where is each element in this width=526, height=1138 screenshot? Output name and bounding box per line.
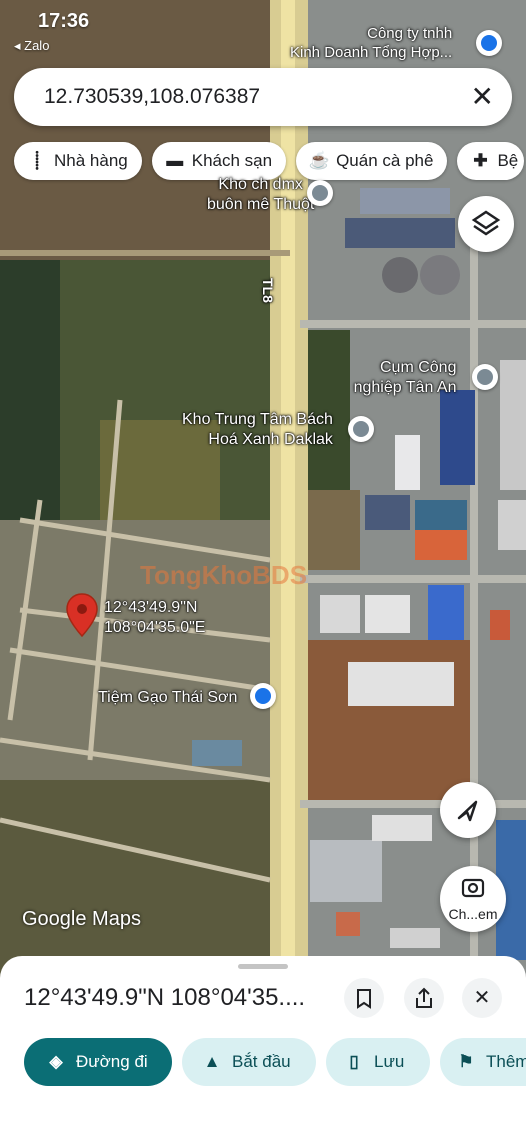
- close-icon: ✕: [473, 987, 491, 1009]
- close-button[interactable]: ✕: [462, 978, 502, 1018]
- place-marker-icon[interactable]: [348, 416, 374, 442]
- more-label: Thêm: [486, 1052, 526, 1071]
- camera-search-icon: [461, 878, 485, 898]
- share-icon: [416, 987, 432, 1008]
- status-time: 17:36: [38, 10, 90, 32]
- back-app-label: Zalo: [24, 38, 50, 53]
- bookmark-icon: [357, 989, 371, 1009]
- hospital-icon: ✚: [473, 151, 488, 170]
- save-action-button[interactable]: ▯ Lưu: [326, 1038, 430, 1086]
- poi-label-kho-line1: Kho Trung Tâm Bách: [182, 411, 333, 428]
- google-maps-attribution: Google Maps: [22, 908, 141, 930]
- visual-search-label: Ch...em: [448, 906, 498, 922]
- poi-label-dmx[interactable]: Kho ch dmx buôn mê Thuột: [207, 175, 314, 215]
- poi-label-cum-cong-nghiep[interactable]: Cụm Công nghiệp Tân An: [352, 358, 457, 398]
- my-location-button[interactable]: [440, 782, 496, 838]
- search-bar[interactable]: 12.730539,108.076387 ✕: [14, 68, 512, 126]
- place-title: 12°43'49.9"N 108°04'35....: [24, 984, 306, 1011]
- save-button[interactable]: [344, 978, 384, 1018]
- layers-button[interactable]: [458, 196, 514, 252]
- chip-hotels-label: Khách sạn: [191, 151, 273, 170]
- satellite-map[interactable]: 17:36 ◂ Zalo Công ty tnhh Kinh Doanh Tổn…: [0, 0, 526, 980]
- pin-coordinates-label: 12°43'49.9"N 108°04'35.0"E: [104, 598, 205, 638]
- poi-label-kho-line2: Hoá Xanh Daklak: [208, 431, 333, 448]
- close-icon[interactable]: ✕: [471, 80, 494, 113]
- search-query[interactable]: 12.730539,108.076387: [44, 85, 260, 109]
- pin-coords-line1: 12°43'49.9"N: [104, 599, 198, 616]
- shopping-bag-icon[interactable]: [476, 30, 502, 56]
- poi-label-top[interactable]: Công ty tnhh Kinh Doanh Tổng Hợp...: [290, 24, 452, 62]
- poi-label-dmx-line2: buôn mê Thuột: [207, 196, 315, 213]
- bookmark-icon: ▯: [349, 1052, 359, 1071]
- chip-coffee[interactable]: ☕ Quán cà phê: [296, 142, 448, 180]
- navigation-arrow-icon: [457, 800, 478, 822]
- share-button[interactable]: [404, 978, 444, 1018]
- chip-restaurants-label: Nhà hàng: [54, 151, 128, 170]
- place-bottom-sheet[interactable]: 12°43'49.9"N 108°04'35.... ✕ ◈ Đường đi ▲…: [0, 956, 526, 1138]
- place-marker-icon[interactable]: [307, 180, 333, 206]
- more-button[interactable]: ⚑ Thêm: [440, 1038, 526, 1086]
- back-to-app[interactable]: ◂ Zalo: [14, 38, 49, 54]
- layers-icon: [471, 210, 501, 236]
- flag-icon: ⚑: [458, 1052, 474, 1071]
- navigation-arrow-icon: ▲: [203, 1052, 221, 1071]
- bed-icon: ▬: [166, 151, 184, 170]
- pin-coords-line2: 108°04'35.0"E: [104, 619, 206, 636]
- save-label: Lưu: [374, 1052, 405, 1071]
- poi-label-cum-line1: Cụm Công: [380, 359, 457, 376]
- chip-coffee-label: Quán cà phê: [336, 151, 434, 170]
- watermark: TongKhoBDS: [140, 560, 308, 590]
- chip-restaurants[interactable]: ⸽ Nhà hàng: [14, 142, 142, 180]
- directions-label: Đường đi: [76, 1052, 148, 1071]
- poi-label-bach-hoa-xanh[interactable]: Kho Trung Tâm Bách Hoá Xanh Daklak: [182, 410, 333, 450]
- directions-icon: ◈: [49, 1052, 63, 1071]
- chip-hospitals[interactable]: ✚ Bệ: [457, 142, 525, 180]
- start-label: Bắt đầu: [232, 1052, 291, 1071]
- poi-label-dmx-line1: Kho ch dmx: [218, 176, 303, 193]
- road-label-tl8: TL8: [260, 278, 276, 303]
- visual-search-button[interactable]: Ch...em: [440, 866, 506, 932]
- red-pin-icon[interactable]: [64, 592, 100, 638]
- poi-label-cum-line2: nghiệp Tân An: [353, 379, 457, 396]
- poi-label-top-line2: Kinh Doanh Tổng Hợp...: [290, 44, 453, 61]
- fork-knife-icon: ⸽: [34, 151, 40, 170]
- place-marker-icon[interactable]: [472, 364, 498, 390]
- start-button[interactable]: ▲ Bắt đầu: [182, 1038, 316, 1086]
- shopping-bag-icon[interactable]: [250, 683, 276, 709]
- poi-label-tiem-gao[interactable]: Tiệm Gạo Thái Sơn: [98, 688, 237, 708]
- directions-button[interactable]: ◈ Đường đi: [24, 1038, 172, 1086]
- chip-hospitals-label: Bệ: [497, 151, 519, 170]
- drag-handle[interactable]: [238, 964, 288, 969]
- poi-label-top-line1: Công ty tnhh: [367, 25, 453, 42]
